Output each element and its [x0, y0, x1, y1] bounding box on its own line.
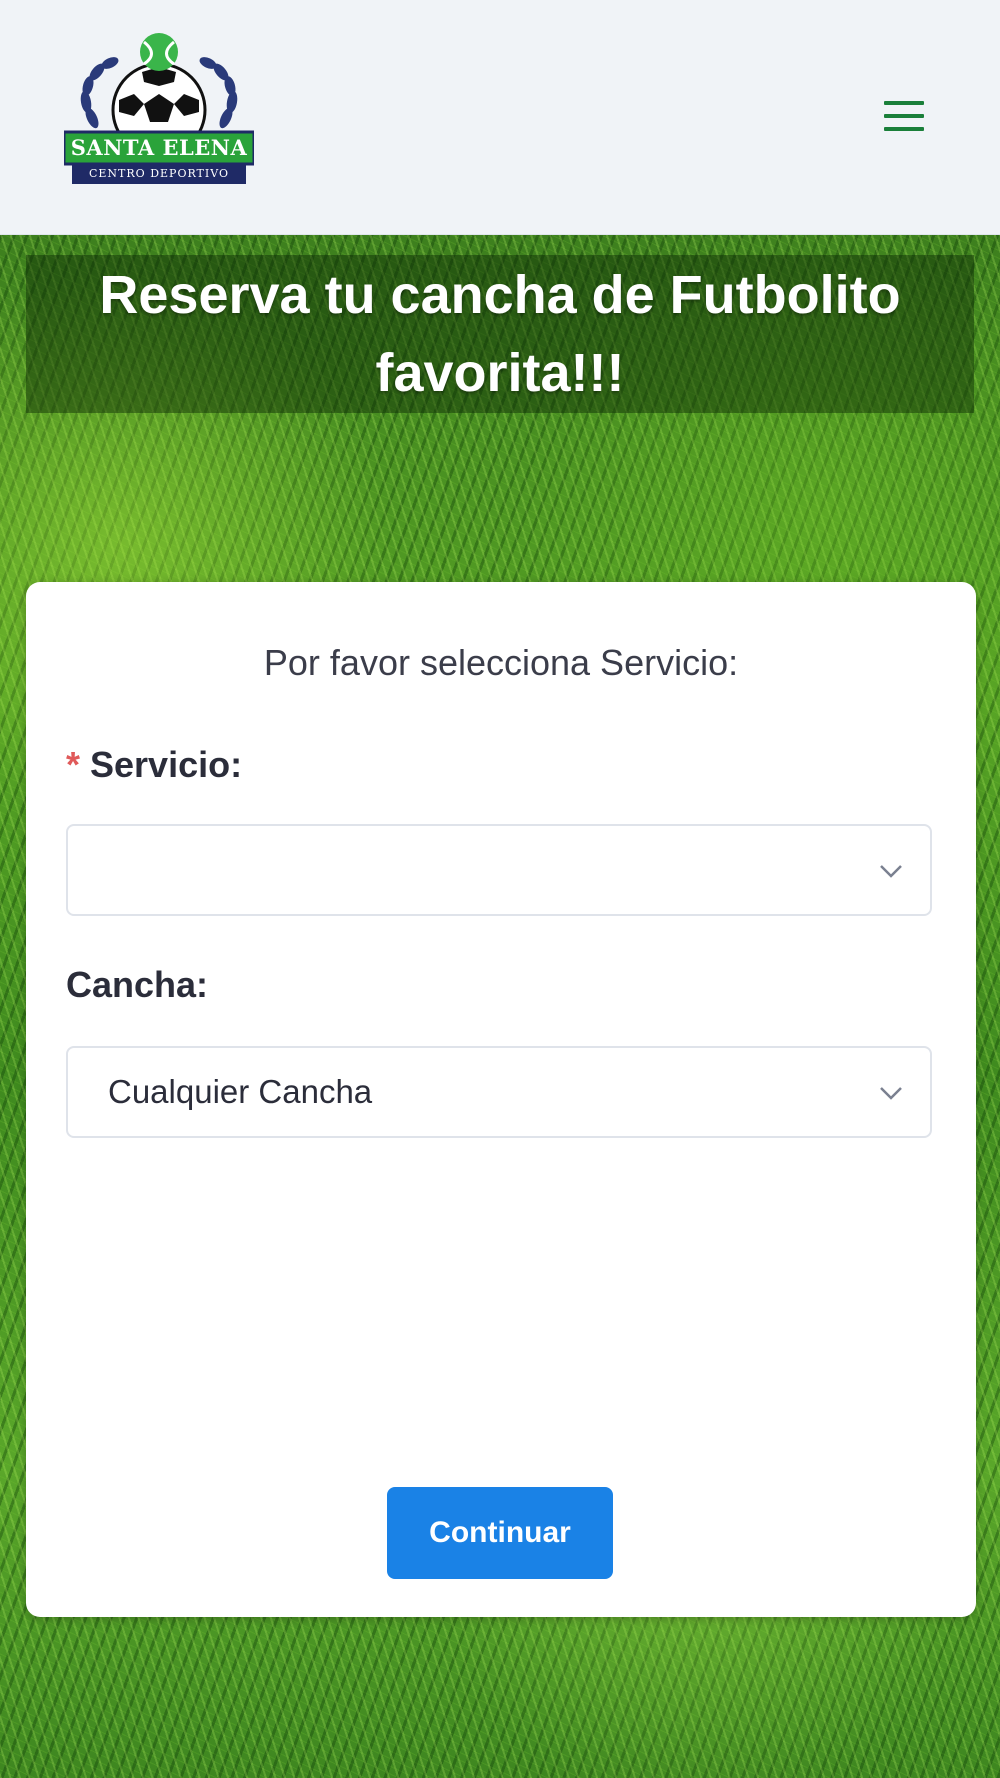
- chevron-down-icon: [880, 1087, 902, 1100]
- court-label: Cancha:: [66, 964, 208, 1006]
- menu-button[interactable]: [876, 92, 932, 140]
- chevron-down-icon: [880, 865, 902, 878]
- grass-hero: Reserva tu cancha de Futbolito favorita!…: [0, 235, 1000, 1778]
- service-label-text: Servicio:: [90, 744, 243, 785]
- court-select[interactable]: Cualquier Cancha: [66, 1046, 932, 1138]
- service-select[interactable]: [66, 824, 932, 916]
- hamburger-menu-icon: [884, 101, 924, 131]
- santa-elena-logo[interactable]: SANTA ELENA CENTRO DEPORTIVO: [62, 32, 256, 192]
- service-label: * Servicio:: [66, 744, 242, 786]
- page-title: Reserva tu cancha de Futbolito favorita!…: [99, 265, 901, 403]
- court-select-value: Cualquier Cancha: [108, 1073, 373, 1110]
- logo-subtitle: CENTRO DEPORTIVO: [88, 167, 229, 180]
- continue-button[interactable]: Continuar: [387, 1487, 613, 1579]
- site-header: SANTA ELENA CENTRO DEPORTIVO: [0, 0, 1000, 235]
- title-band: Reserva tu cancha de Futbolito favorita!…: [26, 255, 974, 413]
- booking-card: Por favor selecciona Servicio: * Servicio…: [26, 582, 976, 1617]
- required-mark: *: [66, 744, 81, 785]
- logo-name: SANTA ELENA: [70, 135, 248, 160]
- court-label-text: Cancha:: [66, 964, 209, 1005]
- card-heading: Por favor selecciona Servicio:: [263, 642, 739, 683]
